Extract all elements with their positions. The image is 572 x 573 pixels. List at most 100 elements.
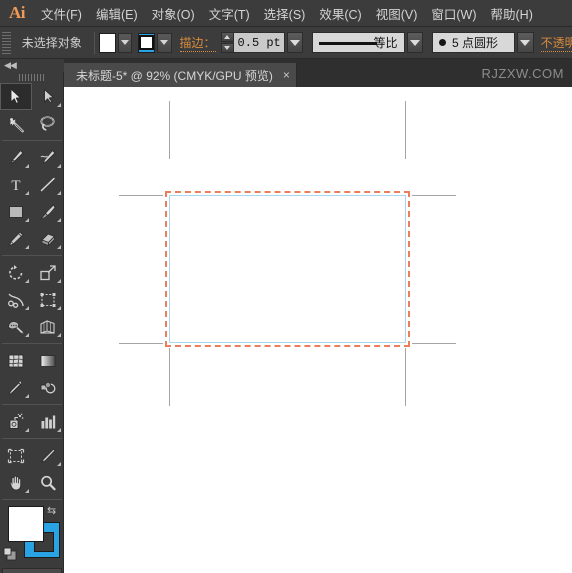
tool-expand-corner-icon <box>57 306 61 310</box>
menu-edit[interactable]: 编辑(E) <box>89 0 145 27</box>
document-tab-title: 未标题-5* @ 92% (CMYK/GPU 预览) <box>76 68 273 83</box>
selection-status-label: 未选择对象 <box>21 36 82 50</box>
tool-expand-corner-icon <box>25 191 29 195</box>
scale-icon <box>40 264 56 280</box>
rotate-tool[interactable] <box>0 259 32 286</box>
document-tab-bar: 未标题-5* @ 92% (CMYK/GPU 预览) × RJZXW.COM <box>0 59 572 87</box>
zoom-tool[interactable] <box>32 469 64 496</box>
toolbar-divider <box>2 255 62 256</box>
brush-definition-dropdown[interactable] <box>516 32 534 53</box>
swap-fill-stroke-icon[interactable]: ⇆ <box>47 504 60 517</box>
menu-window[interactable]: 窗口(W) <box>424 0 483 27</box>
brush-label: 5 点圆形 <box>452 36 499 50</box>
arrow-cursor-icon <box>10 88 21 104</box>
tool-expand-corner-icon <box>25 245 29 249</box>
fill-stroke-widget: ⇆ <box>0 504 64 564</box>
width-scissors-icon <box>8 293 24 308</box>
tool-expand-corner-icon <box>57 333 61 337</box>
paintbrush-tool[interactable] <box>32 198 64 225</box>
crop-guide-left-top <box>119 195 163 196</box>
tool-expand-corner-icon <box>25 164 29 168</box>
shape-builder-tool[interactable] <box>0 313 32 340</box>
stroke-weight-input[interactable]: 0.5 pt <box>233 32 285 53</box>
tool-expand-corner-icon <box>57 245 61 249</box>
tool-expand-corner-icon <box>25 428 29 432</box>
menu-view[interactable]: 视图(V) <box>369 0 425 27</box>
stroke-color-dropdown[interactable] <box>157 32 172 53</box>
tools-panel-grip[interactable] <box>0 72 63 83</box>
stroke-color-swatch[interactable] <box>137 32 156 53</box>
column-graph-tool[interactable] <box>32 408 64 435</box>
symbol-sprayer-tool[interactable] <box>0 408 32 435</box>
width-tool[interactable] <box>0 286 32 313</box>
fill-color-dropdown[interactable] <box>118 32 133 53</box>
direct-selection-tool[interactable] <box>32 83 64 110</box>
magic-wand-tool[interactable] <box>0 110 32 137</box>
mesh-tool[interactable] <box>0 347 32 374</box>
stroke-weight-stepper[interactable] <box>220 32 234 53</box>
fill-color-swatch[interactable] <box>98 32 117 53</box>
menu-help[interactable]: 帮助(H) <box>484 0 540 27</box>
hand-tool[interactable] <box>0 469 32 496</box>
eraser-icon <box>41 232 56 247</box>
stroke-weight-dropdown[interactable] <box>286 32 304 53</box>
free-transform-tool[interactable] <box>32 286 64 313</box>
rectangle-icon <box>9 205 23 218</box>
stepper-up-icon <box>224 35 231 39</box>
tools-panel: ◀◀ T ⇆ <box>0 59 64 573</box>
document-canvas[interactable] <box>64 87 572 573</box>
menu-select[interactable]: 选择(S) <box>257 0 313 27</box>
menu-file[interactable]: 文件(F) <box>34 0 89 27</box>
collapse-panel-icon[interactable]: ◀◀ <box>4 60 17 71</box>
toolbar-divider <box>2 404 62 405</box>
eyedropper-tool[interactable] <box>0 374 32 401</box>
pen-tool[interactable] <box>0 144 32 171</box>
lasso-tool[interactable] <box>32 110 64 137</box>
blend-tool[interactable] <box>32 374 64 401</box>
crop-guide-top-left <box>169 101 170 159</box>
shape-builder-icon <box>8 320 24 334</box>
document-tab[interactable]: 未标题-5* @ 92% (CMYK/GPU 预览) × <box>64 63 297 87</box>
default-colors-glyph <box>3 547 17 561</box>
width-profile-dropdown[interactable] <box>406 32 424 53</box>
default-fill-stroke-icon[interactable] <box>3 547 17 561</box>
line-icon <box>40 177 55 191</box>
stepper-down-icon <box>224 46 231 50</box>
perspective-grid-tool[interactable] <box>32 313 64 340</box>
scale-tool[interactable] <box>32 259 64 286</box>
pencil-tool[interactable] <box>0 225 32 252</box>
tool-expand-corner-icon <box>57 462 61 466</box>
rectangle-tool[interactable] <box>0 198 32 225</box>
artboard-icon <box>7 448 25 463</box>
pencil-icon <box>9 231 24 246</box>
eyedropper-icon <box>9 380 23 395</box>
white-arrow-cursor-icon <box>43 89 54 104</box>
tools-panel-header[interactable]: ◀◀ <box>0 59 64 72</box>
menu-type[interactable]: 文字(T) <box>202 0 257 27</box>
hand-icon <box>9 475 22 490</box>
tool-expand-corner-icon <box>25 279 29 283</box>
line-segment-tool[interactable] <box>32 171 64 198</box>
brush-definition-select[interactable]: 5 点圆形 <box>432 32 515 53</box>
stroke-weight-label[interactable]: 描边： <box>179 34 216 52</box>
artboard-tool[interactable] <box>0 442 32 469</box>
chevron-down-icon <box>520 39 531 46</box>
opacity-label[interactable]: 不透明 <box>540 34 572 52</box>
curvature-tool[interactable] <box>32 144 64 171</box>
rotate-icon <box>9 264 23 280</box>
slice-tool[interactable] <box>32 442 64 469</box>
toolbar-fill-swatch[interactable] <box>8 506 44 542</box>
menu-object[interactable]: 对象(O) <box>145 0 202 27</box>
eraser-tool[interactable] <box>32 225 64 252</box>
control-bar-grip[interactable] <box>2 31 11 54</box>
perspective-grid-icon <box>40 319 55 334</box>
gradient-tool[interactable] <box>32 347 64 374</box>
selection-tool[interactable] <box>0 83 32 110</box>
chevron-down-icon <box>409 39 420 46</box>
close-icon[interactable]: × <box>283 68 290 82</box>
type-tool[interactable]: T <box>0 171 32 198</box>
brush-dot-icon <box>439 39 447 46</box>
crop-guide-right-bottom <box>412 343 456 344</box>
menu-effect[interactable]: 效果(C) <box>312 0 368 27</box>
variable-width-profile-select[interactable]: 等比 <box>312 32 405 53</box>
